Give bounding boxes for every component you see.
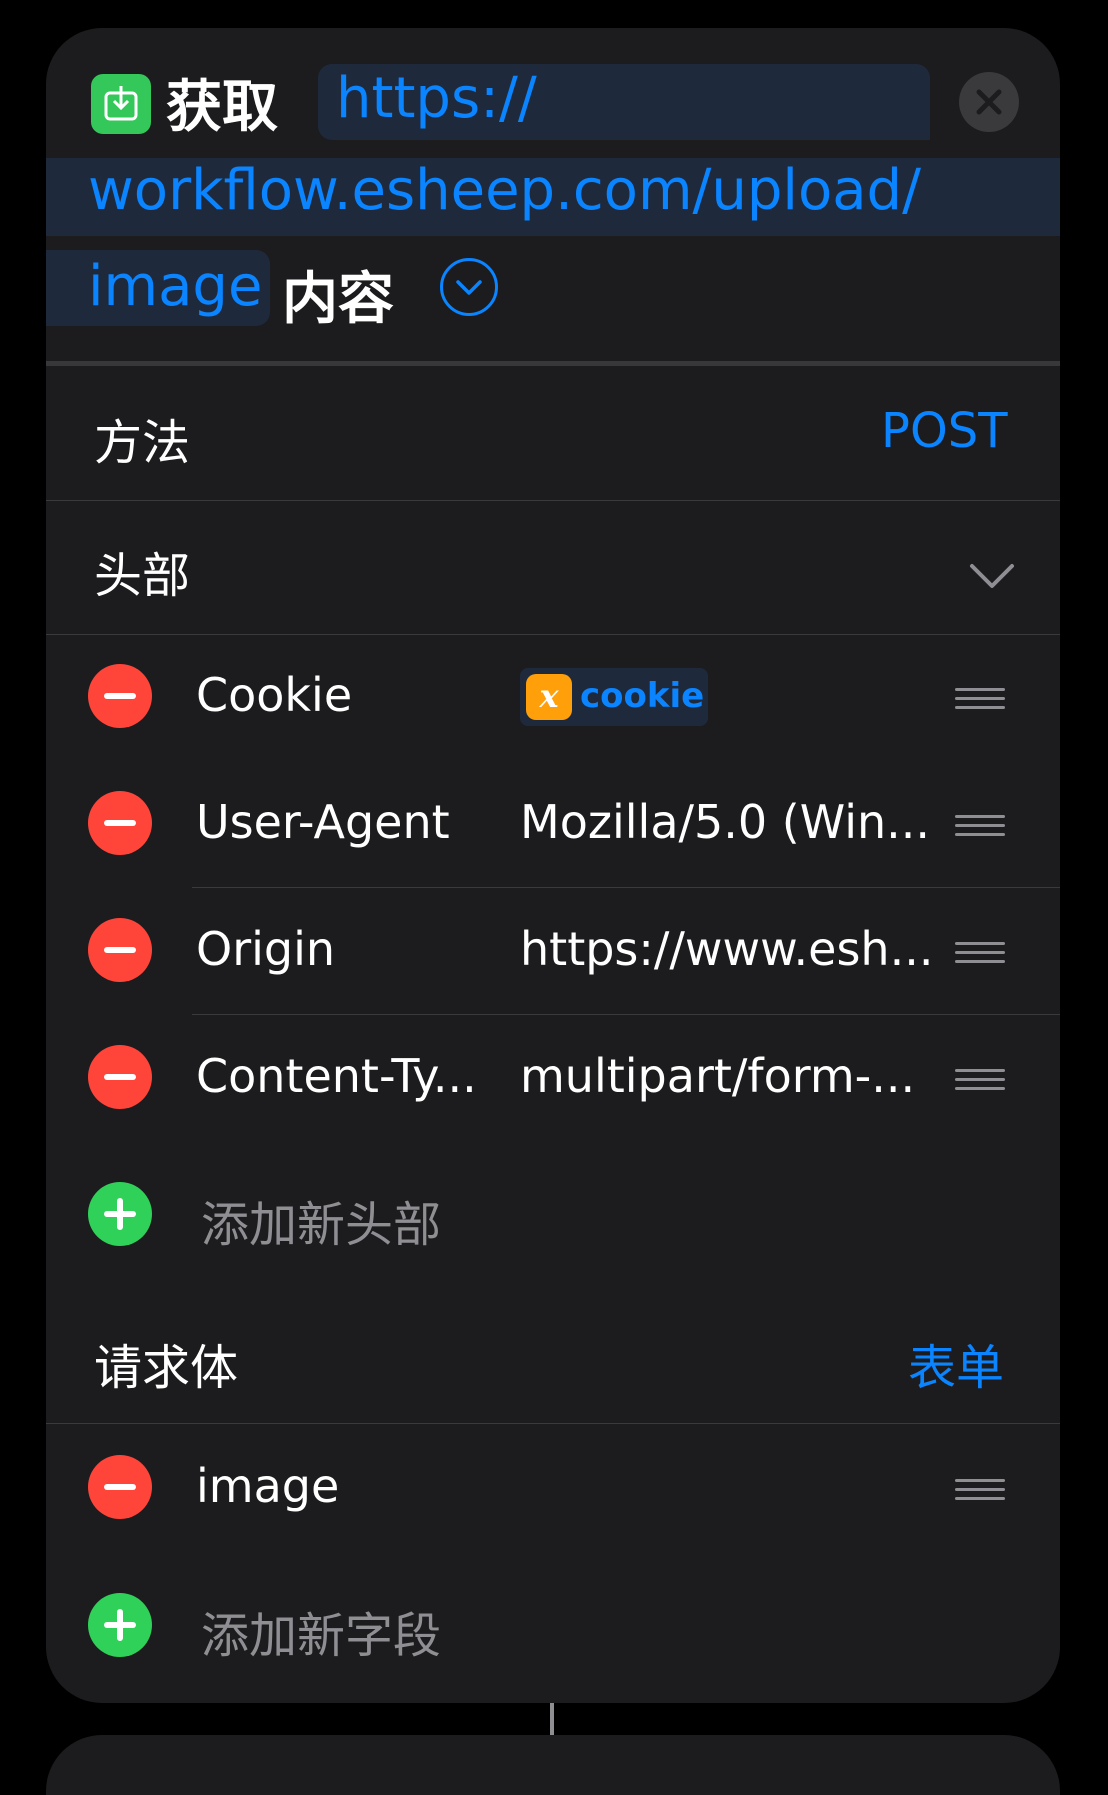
method-value[interactable]: POST	[881, 403, 1008, 459]
header-value[interactable]: https://www.esh...	[520, 922, 933, 976]
action-header: 获取 https:// workflow.esheep.com/upload/ …	[46, 28, 1060, 363]
url-text-line1[interactable]: https://	[336, 66, 537, 131]
headers-label[interactable]: 头部	[94, 536, 190, 606]
action-title: 获取	[166, 75, 278, 140]
header-key[interactable]: Cookie	[196, 668, 352, 722]
divider	[46, 500, 1060, 501]
next-action-card[interactable]	[46, 1735, 1060, 1795]
reorder-handle-icon[interactable]	[955, 815, 1005, 837]
header-value[interactable]: Mozilla/5.0 (Win...	[520, 795, 930, 849]
remove-header-button[interactable]	[88, 664, 152, 728]
reorder-handle-icon[interactable]	[955, 1479, 1005, 1501]
add-field-label[interactable]: 添加新字段	[201, 1596, 441, 1666]
close-icon[interactable]	[959, 72, 1019, 132]
method-label: 方法	[94, 415, 191, 471]
header-key[interactable]: Content-Ty...	[196, 1049, 477, 1103]
header-divider	[46, 361, 1060, 366]
chevron-down-icon[interactable]	[968, 562, 1016, 590]
divider	[192, 887, 1060, 888]
divider	[46, 634, 1060, 635]
header-key[interactable]: Origin	[196, 922, 335, 976]
divider	[46, 1423, 1060, 1424]
chevron-down-circle-icon[interactable]	[440, 258, 498, 316]
header-key[interactable]: User-Agent	[196, 795, 450, 849]
body-type-value[interactable]: 表单	[908, 1328, 1004, 1398]
add-header-button[interactable]	[88, 1182, 152, 1246]
cookie-variable-token[interactable]: x cookie	[520, 668, 708, 726]
get-contents-action-card: 获取 https:// workflow.esheep.com/upload/ …	[46, 28, 1060, 1703]
add-header-label[interactable]: 添加新头部	[201, 1185, 441, 1255]
variable-label: cookie	[580, 676, 705, 716]
reorder-handle-icon[interactable]	[955, 942, 1005, 964]
add-field-button[interactable]	[88, 1593, 152, 1657]
header-value[interactable]: multipart/form-...	[520, 1049, 915, 1103]
download-box-icon	[91, 74, 151, 134]
reorder-handle-icon[interactable]	[955, 1069, 1005, 1091]
url-text-line2[interactable]: workflow.esheep.com/upload/	[88, 158, 921, 223]
divider	[192, 1014, 1060, 1015]
action-connector	[550, 1703, 554, 1735]
url-text-line3[interactable]: image	[88, 254, 262, 319]
remove-header-button[interactable]	[88, 1045, 152, 1109]
remove-field-button[interactable]	[88, 1455, 152, 1519]
remove-header-button[interactable]	[88, 791, 152, 855]
body-label: 请求体	[94, 1340, 239, 1396]
remove-header-button[interactable]	[88, 918, 152, 982]
reorder-handle-icon[interactable]	[955, 688, 1005, 710]
field-key[interactable]: image	[196, 1459, 339, 1513]
action-suffix: 内容	[282, 267, 394, 332]
variable-x-icon: x	[526, 674, 572, 720]
